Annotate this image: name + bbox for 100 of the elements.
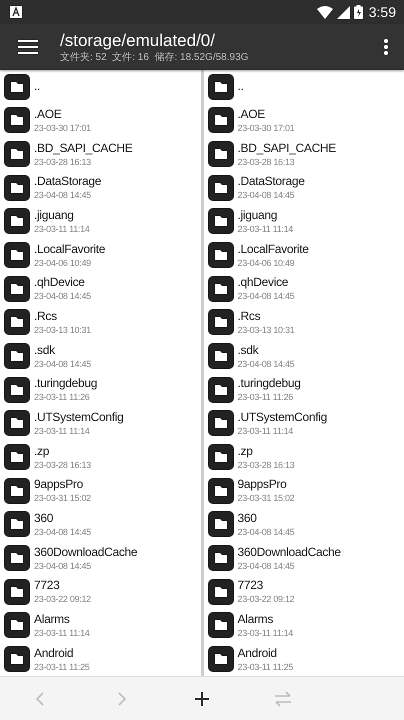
signal-icon [336, 6, 350, 18]
forward-icon [116, 692, 126, 706]
folder-icon [208, 74, 234, 100]
modified-date: 23-03-30 17:01 [238, 122, 294, 134]
folder-name[interactable]: .. [34, 79, 40, 94]
folder-name[interactable]: 360DownloadCache [238, 544, 341, 560]
folder-name[interactable]: Alarms [34, 612, 90, 627]
modified-date: 23-04-08 14:45 [34, 290, 91, 302]
folder-name[interactable]: .Rcs [34, 308, 91, 324]
folder-icon [4, 107, 30, 134]
folder-name[interactable]: .turingdebug [34, 376, 98, 392]
folder-name[interactable]: .turingdebug [238, 376, 301, 392]
folder-icon [208, 410, 234, 436]
battery-icon [354, 5, 363, 19]
folder-icon [208, 478, 234, 504]
folder-name[interactable]: .LocalFavorite [34, 242, 106, 257]
folder-icon [4, 612, 30, 638]
folder-icon [208, 511, 234, 538]
more-vert-icon [384, 39, 388, 55]
folder-name[interactable]: 7723 [238, 578, 294, 594]
folder-icon [4, 376, 30, 403]
modified-date: 23-03-13 10:31 [34, 324, 91, 336]
folder-name[interactable]: .DataStorage [238, 174, 305, 190]
modified-date: 23-04-08 14:45 [238, 290, 294, 302]
folder-name[interactable]: .BD_SAPI_CACHE [34, 140, 133, 156]
folder-icon [208, 208, 234, 234]
folder-name[interactable]: .UTSystemConfig [238, 410, 328, 425]
folder-icon [4, 410, 30, 436]
modified-date: 23-03-11 11:14 [238, 626, 294, 639]
folder-name[interactable]: 9appsPro [238, 477, 294, 492]
folder-name[interactable]: 360DownloadCache [34, 544, 138, 560]
folder-name[interactable]: .BD_SAPI_CACHE [238, 140, 336, 156]
folder-icon [208, 174, 234, 201]
clock-time: 3:59 [368, 4, 396, 20]
folder-name[interactable]: 7723 [34, 578, 91, 594]
folder-name[interactable]: .DataStorage [34, 174, 102, 190]
folder-name[interactable]: .jiguang [34, 208, 90, 223]
folder-icon [4, 444, 30, 470]
folder-name[interactable]: .Rcs [238, 308, 294, 324]
modified-date: 23-04-08 14:45 [34, 189, 92, 202]
folder-icon [4, 478, 30, 504]
modified-date: 23-04-08 14:45 [238, 560, 296, 572]
folder-icon [208, 646, 234, 672]
folder-name[interactable]: .zp [238, 444, 294, 459]
folder-name[interactable]: 360 [34, 510, 91, 526]
folder-icon [4, 174, 30, 201]
folder-name[interactable]: .. [238, 79, 244, 94]
folder-icon [4, 309, 30, 336]
folder-name[interactable]: 360 [238, 510, 294, 526]
wifi-icon [316, 6, 333, 18]
modified-date: 23-03-30 17:01 [34, 122, 91, 134]
folder-icon [208, 444, 234, 470]
modified-date: 23-04-06 10:49 [34, 256, 92, 269]
modified-date: 23-03-28 16:13 [238, 156, 296, 168]
folder-icon [208, 107, 234, 134]
swap-icon [274, 691, 292, 707]
folder-icon [208, 545, 234, 572]
folder-name[interactable]: .qhDevice [238, 275, 294, 290]
folder-name[interactable]: .AOE [238, 106, 294, 122]
folder-icon [4, 141, 30, 168]
app-notification-icon [10, 6, 22, 18]
modified-date: 23-03-11 11:14 [34, 222, 90, 235]
modified-date: 23-04-08 14:45 [238, 358, 294, 370]
modified-date: 23-03-28 16:13 [238, 458, 294, 471]
folder-icon [4, 74, 30, 100]
modified-date: 23-03-28 16:13 [34, 156, 92, 168]
folder-name[interactable]: .sdk [238, 342, 294, 358]
folder-icon [4, 578, 30, 605]
modified-date: 23-03-11 11:25 [34, 660, 90, 673]
modified-date: 23-04-08 14:45 [238, 526, 294, 538]
add-icon [192, 691, 211, 707]
folder-name[interactable]: .zp [34, 444, 91, 459]
modified-date: 23-03-31 15:02 [34, 492, 91, 504]
folder-name[interactable]: .sdk [34, 342, 91, 358]
folder-icon [4, 276, 30, 302]
folder-name[interactable]: .qhDevice [34, 275, 91, 290]
folder-name[interactable]: Alarms [238, 612, 294, 627]
storage-summary: 文件夹: 52 文件: 16 储存: 18.52G/58.93G [60, 51, 250, 64]
folder-name[interactable]: .LocalFavorite [238, 242, 309, 257]
folder-name[interactable]: Android [238, 646, 294, 661]
folder-name[interactable]: 9appsPro [34, 477, 91, 492]
modified-date: 23-03-11 11:26 [238, 391, 294, 404]
folder-icon [208, 309, 234, 336]
folder-name[interactable]: .UTSystemConfig [34, 410, 124, 425]
folder-name[interactable]: Android [34, 646, 90, 661]
modified-date: 23-03-28 16:13 [34, 458, 91, 471]
folder-icon [208, 578, 234, 605]
folder-icon [208, 276, 234, 302]
menu-icon [18, 39, 38, 55]
folder-icon [4, 545, 30, 572]
modified-date: 23-03-11 11:26 [34, 391, 91, 404]
path-title: /storage/emulated/0/ [60, 30, 216, 51]
folder-name[interactable]: .AOE [34, 106, 91, 122]
modified-date: 23-04-08 14:45 [238, 189, 296, 202]
folder-name[interactable]: .jiguang [238, 208, 294, 223]
modified-date: 23-03-11 11:14 [34, 424, 91, 437]
modified-date: 23-03-22 09:12 [34, 593, 91, 606]
back-icon [36, 692, 45, 706]
folder-icon [4, 343, 30, 370]
folder-icon [208, 612, 234, 638]
